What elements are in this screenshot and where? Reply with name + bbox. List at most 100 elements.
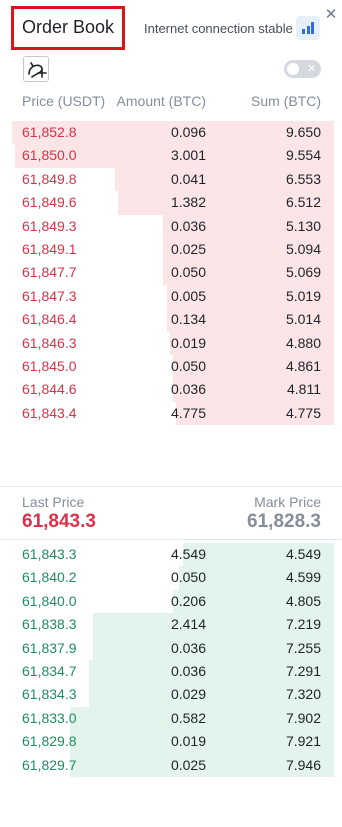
ask-amount: 0.050 bbox=[170, 357, 206, 374]
bid-row[interactable]: 61,837.9 0.036 7.255 bbox=[0, 636, 342, 660]
bid-price: 61,829.7 bbox=[22, 756, 77, 773]
bid-amount: 2.414 bbox=[170, 616, 206, 633]
ask-sum: 5.014 bbox=[285, 311, 321, 328]
ask-sum: 5.094 bbox=[285, 240, 321, 257]
ask-amount: 0.036 bbox=[170, 217, 206, 234]
connection-status-text: Internet connection stable bbox=[144, 21, 293, 36]
bid-price: 61,833.0 bbox=[22, 709, 77, 726]
bid-sum: 4.805 bbox=[285, 592, 321, 609]
order-book-toolbar: ✕ bbox=[0, 56, 342, 84]
bid-price: 61,840.2 bbox=[22, 569, 77, 586]
bid-price: 61,843.3 bbox=[22, 546, 77, 562]
ask-sum: 5.019 bbox=[285, 287, 321, 304]
bid-row[interactable]: 61,840.2 0.050 4.599 bbox=[0, 566, 342, 590]
bid-price: 61,837.9 bbox=[22, 639, 77, 656]
ask-row[interactable]: 61,844.6 0.036 4.811 bbox=[0, 378, 342, 402]
ask-amount: 4.775 bbox=[170, 404, 206, 421]
ask-amount: 0.019 bbox=[170, 334, 206, 351]
bid-sum: 7.219 bbox=[285, 616, 321, 633]
ask-row[interactable]: 61,847.7 0.050 5.069 bbox=[0, 261, 342, 285]
bid-price: 61,834.3 bbox=[22, 686, 77, 703]
ask-price: 61,846.3 bbox=[22, 334, 77, 351]
ask-row[interactable]: 61,849.1 0.025 5.094 bbox=[0, 237, 342, 262]
mark-price-label: Mark Price bbox=[254, 494, 321, 510]
ask-row[interactable]: 61,846.3 0.019 4.880 bbox=[0, 331, 342, 355]
bid-amount: 0.036 bbox=[170, 662, 206, 679]
bid-sum: 4.599 bbox=[285, 569, 321, 586]
ask-price: 61,846.4 bbox=[22, 311, 77, 328]
asks-divider bbox=[0, 486, 342, 487]
order-book-title[interactable]: Order Book bbox=[22, 17, 114, 38]
mark-price-value: 61,828.3 bbox=[247, 511, 321, 532]
bid-row[interactable]: 61,834.7 0.036 7.291 bbox=[0, 659, 342, 684]
amount-column-header: Amount (BTC) bbox=[116, 93, 206, 109]
ask-sum: 4.861 bbox=[285, 357, 321, 374]
ask-amount: 0.050 bbox=[170, 264, 206, 281]
order-book-toggle[interactable]: ✕ bbox=[284, 60, 321, 78]
sum-column-header: Sum (BTC) bbox=[251, 93, 321, 109]
signal-bars-icon bbox=[296, 16, 320, 40]
ask-row[interactable]: 61,845.0 0.050 4.861 bbox=[0, 354, 342, 379]
bid-sum: 4.549 bbox=[285, 546, 321, 562]
ask-amount: 0.036 bbox=[170, 381, 206, 398]
ask-price: 61,843.4 bbox=[22, 404, 77, 421]
ask-row[interactable]: 61,843.4 4.775 4.775 bbox=[0, 401, 342, 426]
ask-row[interactable]: 61,849.6 1.382 6.512 bbox=[0, 191, 342, 215]
depth-chart-button[interactable] bbox=[23, 56, 49, 82]
ask-sum: 6.553 bbox=[285, 170, 321, 187]
toggle-knob bbox=[287, 63, 299, 75]
ask-sum: 9.650 bbox=[285, 124, 321, 140]
bid-row[interactable]: 61,843.3 4.549 4.549 bbox=[0, 543, 342, 567]
bids-divider bbox=[0, 539, 342, 540]
bid-sum: 7.921 bbox=[285, 733, 321, 750]
ask-sum: 9.554 bbox=[285, 147, 321, 164]
ask-price: 61,849.3 bbox=[22, 217, 77, 234]
ask-price: 61,849.6 bbox=[22, 194, 77, 211]
bid-sum: 7.902 bbox=[285, 709, 321, 726]
price-column-header: Price (USDT) bbox=[22, 93, 106, 109]
ask-row[interactable]: 61,849.8 0.041 6.553 bbox=[0, 167, 342, 192]
ask-row[interactable]: 61,852.8 0.096 9.650 bbox=[0, 121, 342, 145]
close-icon[interactable]: ✕ bbox=[322, 6, 340, 24]
bid-row[interactable]: 61,834.3 0.029 7.320 bbox=[0, 683, 342, 707]
ask-sum: 5.069 bbox=[285, 264, 321, 281]
ask-price: 61,844.6 bbox=[22, 381, 77, 398]
bid-row[interactable]: 61,829.7 0.025 7.946 bbox=[0, 753, 342, 777]
ask-price: 61,847.7 bbox=[22, 264, 77, 281]
ask-sum: 4.811 bbox=[287, 381, 321, 398]
bid-row[interactable]: 61,840.0 0.206 4.805 bbox=[0, 589, 342, 614]
ask-row[interactable]: 61,847.3 0.005 5.019 bbox=[0, 284, 342, 309]
bid-amount: 0.036 bbox=[170, 639, 206, 656]
last-price-label: Last Price bbox=[22, 494, 85, 510]
bid-price: 61,829.8 bbox=[22, 733, 77, 750]
bid-row[interactable]: 61,838.3 2.414 7.219 bbox=[0, 613, 342, 637]
asks-list: 61,852.8 0.096 9.650 61,850.0 3.001 9.554 61,8… bbox=[0, 121, 342, 426]
ask-amount: 1.382 bbox=[170, 194, 206, 211]
ask-price: 61,849.1 bbox=[22, 240, 77, 257]
bid-amount: 0.206 bbox=[170, 592, 206, 609]
bid-amount: 0.050 bbox=[170, 569, 206, 586]
ask-sum: 4.880 bbox=[285, 334, 321, 351]
bid-price: 61,834.7 bbox=[22, 662, 77, 679]
ask-sum: 6.512 bbox=[285, 194, 321, 211]
toggle-off-icon: ✕ bbox=[307, 63, 317, 75]
bid-price: 61,840.0 bbox=[22, 592, 77, 609]
ask-price: 61,845.0 bbox=[22, 357, 77, 374]
last-price-value[interactable]: 61,843.3 bbox=[22, 511, 96, 533]
ask-sum: 4.775 bbox=[285, 404, 321, 421]
bid-row[interactable]: 61,829.8 0.019 7.921 bbox=[0, 730, 342, 754]
bid-amount: 4.549 bbox=[170, 546, 206, 562]
bid-amount: 0.019 bbox=[170, 733, 206, 750]
ask-row[interactable]: 61,849.3 0.036 5.130 bbox=[0, 214, 342, 238]
bids-list: 61,843.3 4.549 4.549 61,840.2 0.050 4.599 61,8… bbox=[0, 543, 342, 777]
depth-chart-icon bbox=[28, 62, 47, 78]
ask-row[interactable]: 61,850.0 3.001 9.554 bbox=[0, 144, 342, 168]
bid-amount: 0.582 bbox=[170, 709, 206, 726]
ask-amount: 3.001 bbox=[170, 147, 206, 164]
ask-sum: 5.130 bbox=[285, 217, 321, 234]
ask-amount: 0.041 bbox=[170, 170, 206, 187]
bid-row[interactable]: 61,833.0 0.582 7.902 bbox=[0, 706, 342, 731]
ask-amount: 0.005 bbox=[170, 287, 206, 304]
ask-row[interactable]: 61,846.4 0.134 5.014 bbox=[0, 308, 342, 332]
ask-price: 61,847.3 bbox=[22, 287, 77, 304]
